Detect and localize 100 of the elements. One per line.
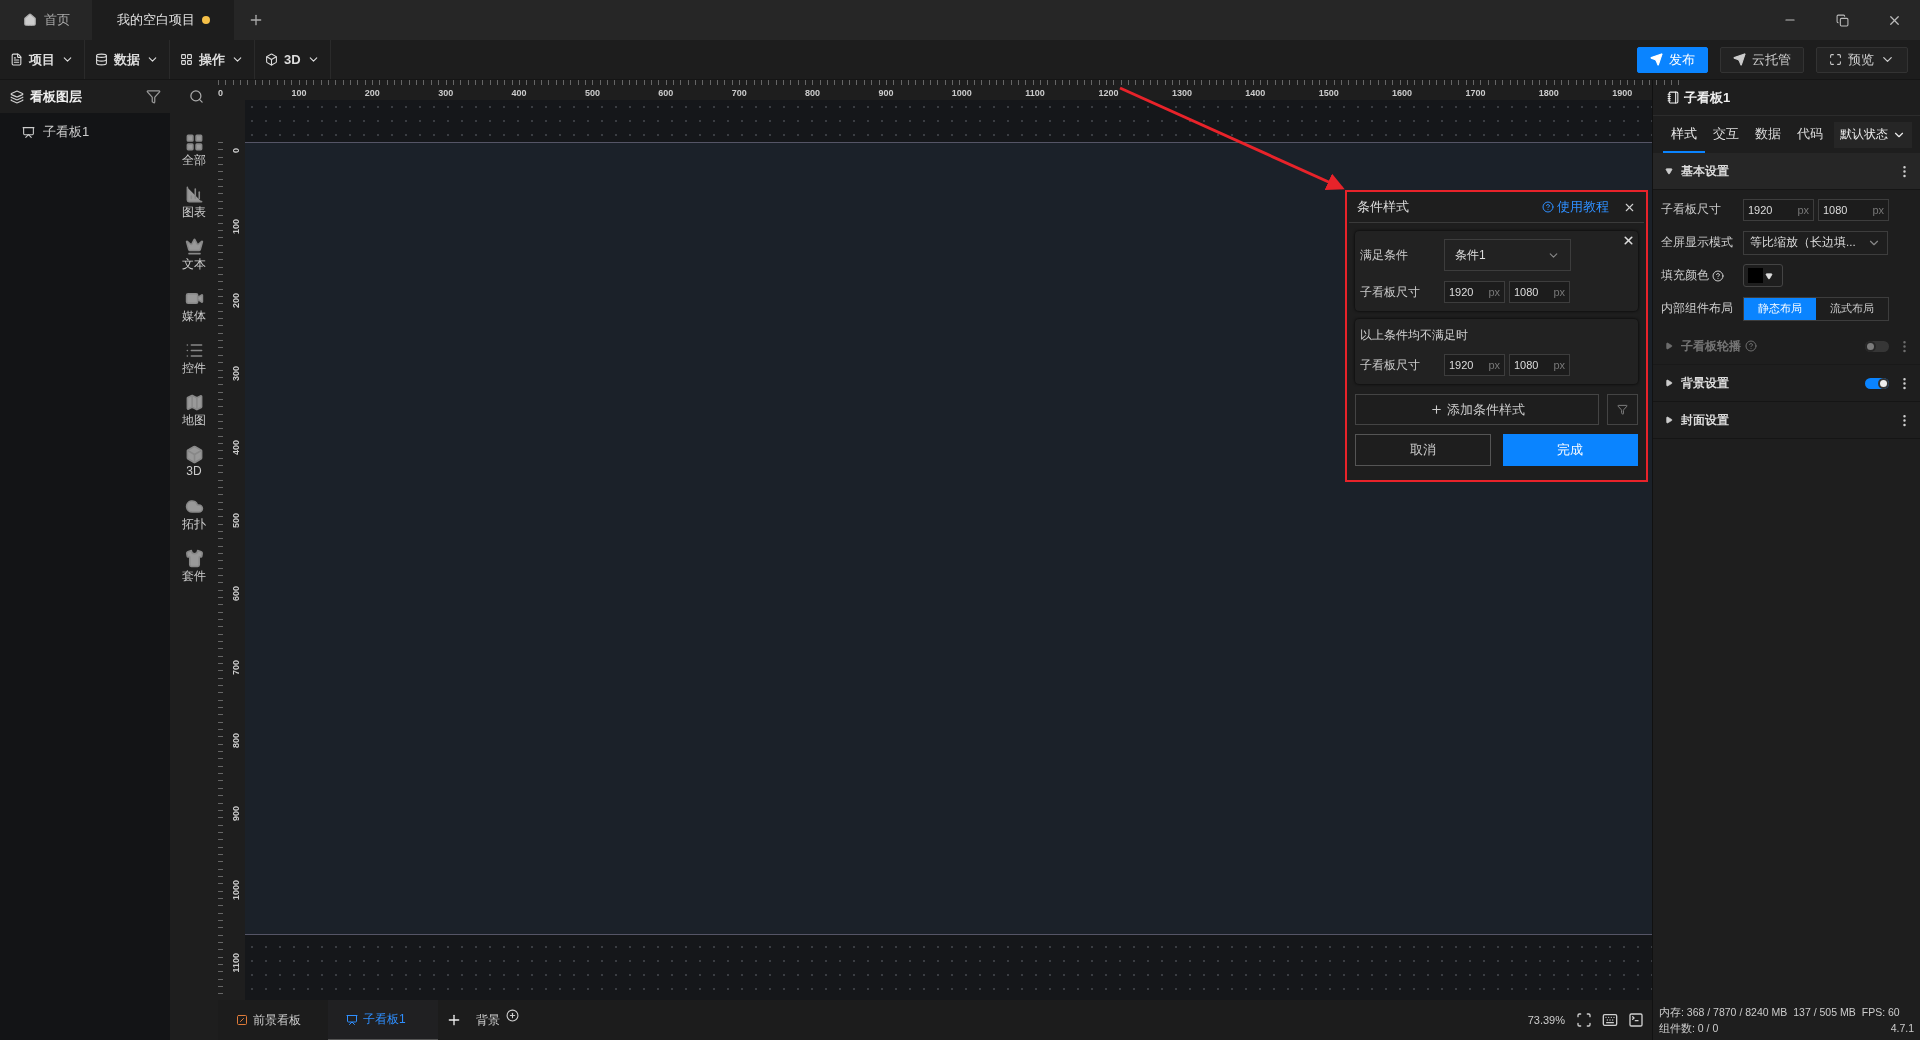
- display-mode-select[interactable]: 等比缩放（长边填...: [1743, 230, 1888, 255]
- document-icon: [10, 53, 23, 66]
- board-tab[interactable]: 前景看板: [218, 1000, 328, 1040]
- width-field[interactable]: 1920 px: [1444, 281, 1505, 303]
- cancel-button[interactable]: 取消: [1355, 434, 1491, 466]
- ruler-label: 500: [584, 88, 600, 98]
- ruler-label: 0: [218, 88, 223, 98]
- ruler-label: 800: [231, 733, 241, 749]
- width-field[interactable]: 1920 px: [1743, 198, 1814, 221]
- height-field[interactable]: 1080 px: [1509, 354, 1570, 376]
- inspector-tab[interactable]: 代码: [1789, 116, 1831, 153]
- ruler-label: 400: [231, 439, 241, 455]
- library-category[interactable]: 文本: [182, 237, 206, 280]
- add-icon[interactable]: [446, 1012, 462, 1028]
- library-category[interactable]: 地图: [182, 393, 206, 436]
- library-category[interactable]: 媒体: [182, 289, 206, 332]
- library-category[interactable]: 全部: [182, 133, 206, 176]
- caret-icon: [1665, 342, 1673, 350]
- inspector-tab[interactable]: 数据: [1747, 116, 1789, 153]
- toggle-switch[interactable]: [1865, 377, 1889, 389]
- keyboard-icon[interactable]: [1602, 1012, 1618, 1028]
- send-icon: [1650, 53, 1663, 66]
- add-condition-button[interactable]: 添加条件样式: [1355, 394, 1599, 425]
- help-link[interactable]: 使用教程: [1542, 198, 1609, 216]
- fps-counter: FPS: 60: [1861, 1006, 1900, 1020]
- field-label: 子看板尺寸: [1360, 283, 1421, 301]
- caret-icon: [1765, 271, 1773, 280]
- ruler-label: 1000: [231, 879, 241, 900]
- field-label: 内部组件布局: [1661, 300, 1733, 317]
- preview-button[interactable]: 预览: [1816, 46, 1908, 73]
- caret-icon: [1665, 379, 1673, 387]
- inspector-tab[interactable]: 交互: [1705, 116, 1747, 153]
- color-picker[interactable]: [1743, 264, 1783, 287]
- dialog-title: 条件样式: [1357, 198, 1410, 216]
- ruler-label: 500: [231, 512, 241, 528]
- restore-icon[interactable]: [1835, 13, 1849, 27]
- width-field[interactable]: 1920 px: [1444, 354, 1505, 376]
- board-tab[interactable]: 子看板1: [328, 1000, 438, 1040]
- height-field[interactable]: 1080 px: [1818, 198, 1889, 221]
- ruler-label: 0: [231, 148, 241, 153]
- unsaved-dot: [201, 16, 210, 24]
- add-icon[interactable]: [506, 1008, 519, 1022]
- library-category[interactable]: 3D: [184, 445, 204, 488]
- filter-button[interactable]: [1607, 394, 1638, 425]
- ruler-label: 800: [805, 88, 821, 98]
- section-header[interactable]: 基本设置: [1653, 153, 1920, 190]
- ruler-label: 700: [731, 88, 747, 98]
- ruler-label: 900: [231, 806, 241, 822]
- filter-icon: [1617, 404, 1628, 415]
- ruler-label: 1100: [231, 953, 241, 973]
- window-tab[interactable]: 我的空白项目: [92, 0, 234, 40]
- field-label: 子看板尺寸: [1661, 201, 1721, 218]
- zoom-level: 73.39%: [1527, 1014, 1565, 1026]
- layer-item[interactable]: 子看板1: [0, 119, 170, 145]
- filter-icon[interactable]: [146, 89, 161, 104]
- state-select[interactable]: 默认状态: [1834, 121, 1912, 148]
- memory-usage: 内存: 368 / 7870 / 8240 MB: [1659, 1006, 1788, 1020]
- layers-icon: [10, 89, 24, 104]
- field-label: 填充颜色: [1661, 267, 1709, 284]
- layout-option[interactable]: 静态布局: [1744, 297, 1816, 320]
- library-category[interactable]: 拓扑: [182, 497, 206, 540]
- slashed-square-icon: [236, 1014, 248, 1026]
- ruler-label: 1400: [1245, 88, 1266, 98]
- remove-icon[interactable]: [1622, 234, 1635, 247]
- menu-button[interactable]: 项目: [0, 40, 85, 79]
- bar-chart-icon: [184, 185, 204, 204]
- help-icon: [1542, 201, 1554, 213]
- library-category[interactable]: 套件: [182, 549, 206, 592]
- cloud-button[interactable]: 云托管: [1720, 46, 1804, 73]
- library-category[interactable]: 控件: [182, 341, 206, 384]
- menu-button[interactable]: 3D: [255, 40, 331, 79]
- ruler-label: 300: [231, 366, 241, 382]
- fit-icon[interactable]: [1576, 1012, 1592, 1028]
- menu-button[interactable]: 数据: [85, 40, 170, 79]
- height-field[interactable]: 1080 px: [1509, 281, 1570, 303]
- library-category[interactable]: 图表: [182, 185, 206, 228]
- new-tab-icon[interactable]: [248, 12, 264, 28]
- terminal-icon[interactable]: [1628, 1012, 1644, 1028]
- ruler-label: 1300: [1171, 88, 1192, 98]
- inspector-title: 子看板1: [1684, 88, 1731, 107]
- ruler-label: 1200: [1098, 88, 1119, 98]
- publish-button[interactable]: 发布: [1637, 46, 1708, 73]
- ruler-label: 1500: [1318, 88, 1339, 98]
- done-button[interactable]: 完成: [1502, 434, 1638, 466]
- cube-icon: [265, 53, 278, 66]
- layout-option[interactable]: 流式布局: [1816, 297, 1888, 320]
- grid-icon: [184, 133, 204, 152]
- ruler-label: 100: [231, 219, 241, 235]
- condition-select[interactable]: 条件1: [1444, 239, 1571, 271]
- caret-icon: [1665, 167, 1673, 175]
- crown-icon: [184, 237, 204, 256]
- plus-icon: [1429, 403, 1443, 416]
- field-label: 子看板尺寸: [1360, 356, 1421, 374]
- search-icon[interactable]: [189, 89, 204, 104]
- ruler-label: 200: [231, 292, 241, 308]
- ruler-label: 700: [231, 659, 241, 675]
- cube-icon: [184, 445, 204, 464]
- cloud-icon: [184, 497, 204, 516]
- ruler-label: 1800: [1538, 88, 1559, 98]
- menu-button[interactable]: 操作: [170, 40, 255, 79]
